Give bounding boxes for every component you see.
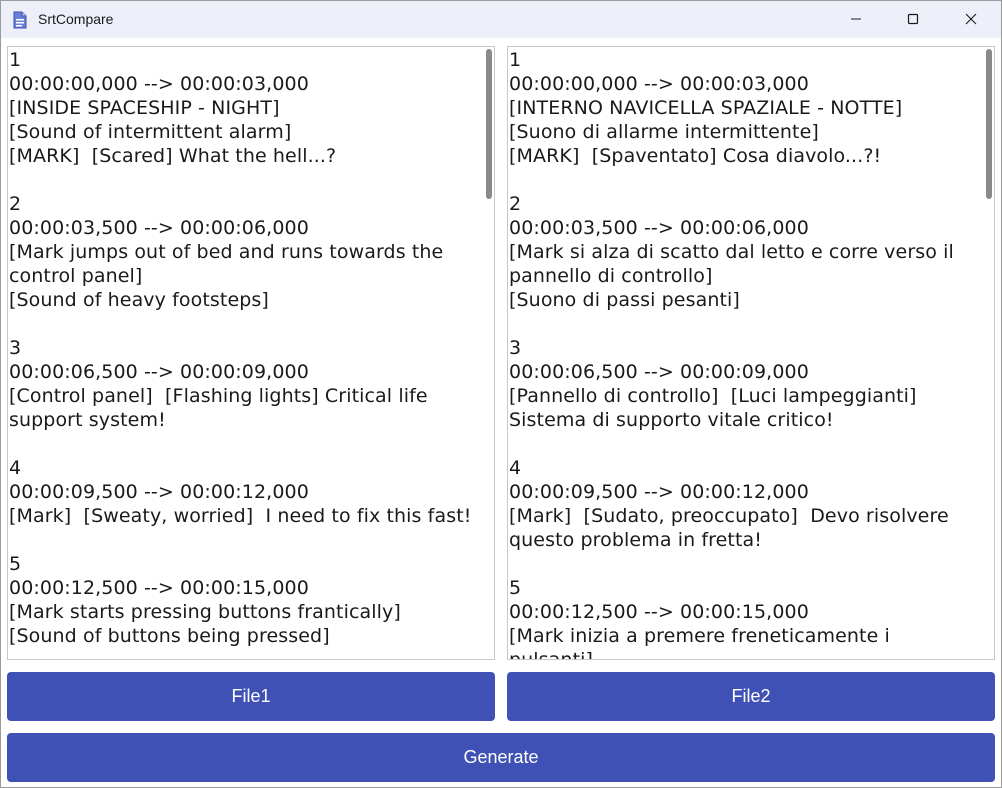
file2-button-label: File2 (731, 686, 771, 706)
generate-button-label: Generate (463, 747, 539, 767)
right-scrollbar-thumb[interactable] (986, 49, 992, 199)
minimize-icon (850, 10, 862, 29)
file2-button[interactable]: File2 (507, 672, 995, 721)
close-button[interactable] (942, 1, 1000, 38)
left-subtitle-textbox[interactable]: 1 00:00:00,000 --> 00:00:03,000 [INSIDE … (7, 46, 495, 660)
app-window: SrtCompare 1 00:00:00,000 --> 00:00:03,0… (0, 0, 1002, 788)
maximize-button[interactable] (884, 1, 942, 38)
window-title: SrtCompare (38, 11, 114, 27)
title-bar[interactable]: SrtCompare (1, 1, 1001, 38)
right-subtitle-text[interactable]: 1 00:00:00,000 --> 00:00:03,000 [INTERNO… (509, 48, 980, 659)
file1-button[interactable]: File1 (7, 672, 495, 721)
left-subtitle-text[interactable]: 1 00:00:00,000 --> 00:00:03,000 [INSIDE … (9, 48, 480, 648)
minimize-button[interactable] (827, 1, 885, 38)
file1-button-label: File1 (231, 686, 271, 706)
close-icon (965, 10, 977, 29)
main-content: 1 00:00:00,000 --> 00:00:03,000 [INSIDE … (1, 38, 1001, 787)
app-icon (12, 11, 28, 29)
right-subtitle-textbox[interactable]: 1 00:00:00,000 --> 00:00:03,000 [INTERNO… (507, 46, 995, 660)
maximize-icon (907, 10, 919, 29)
left-scrollbar-thumb[interactable] (486, 49, 492, 199)
generate-button[interactable]: Generate (7, 733, 995, 782)
